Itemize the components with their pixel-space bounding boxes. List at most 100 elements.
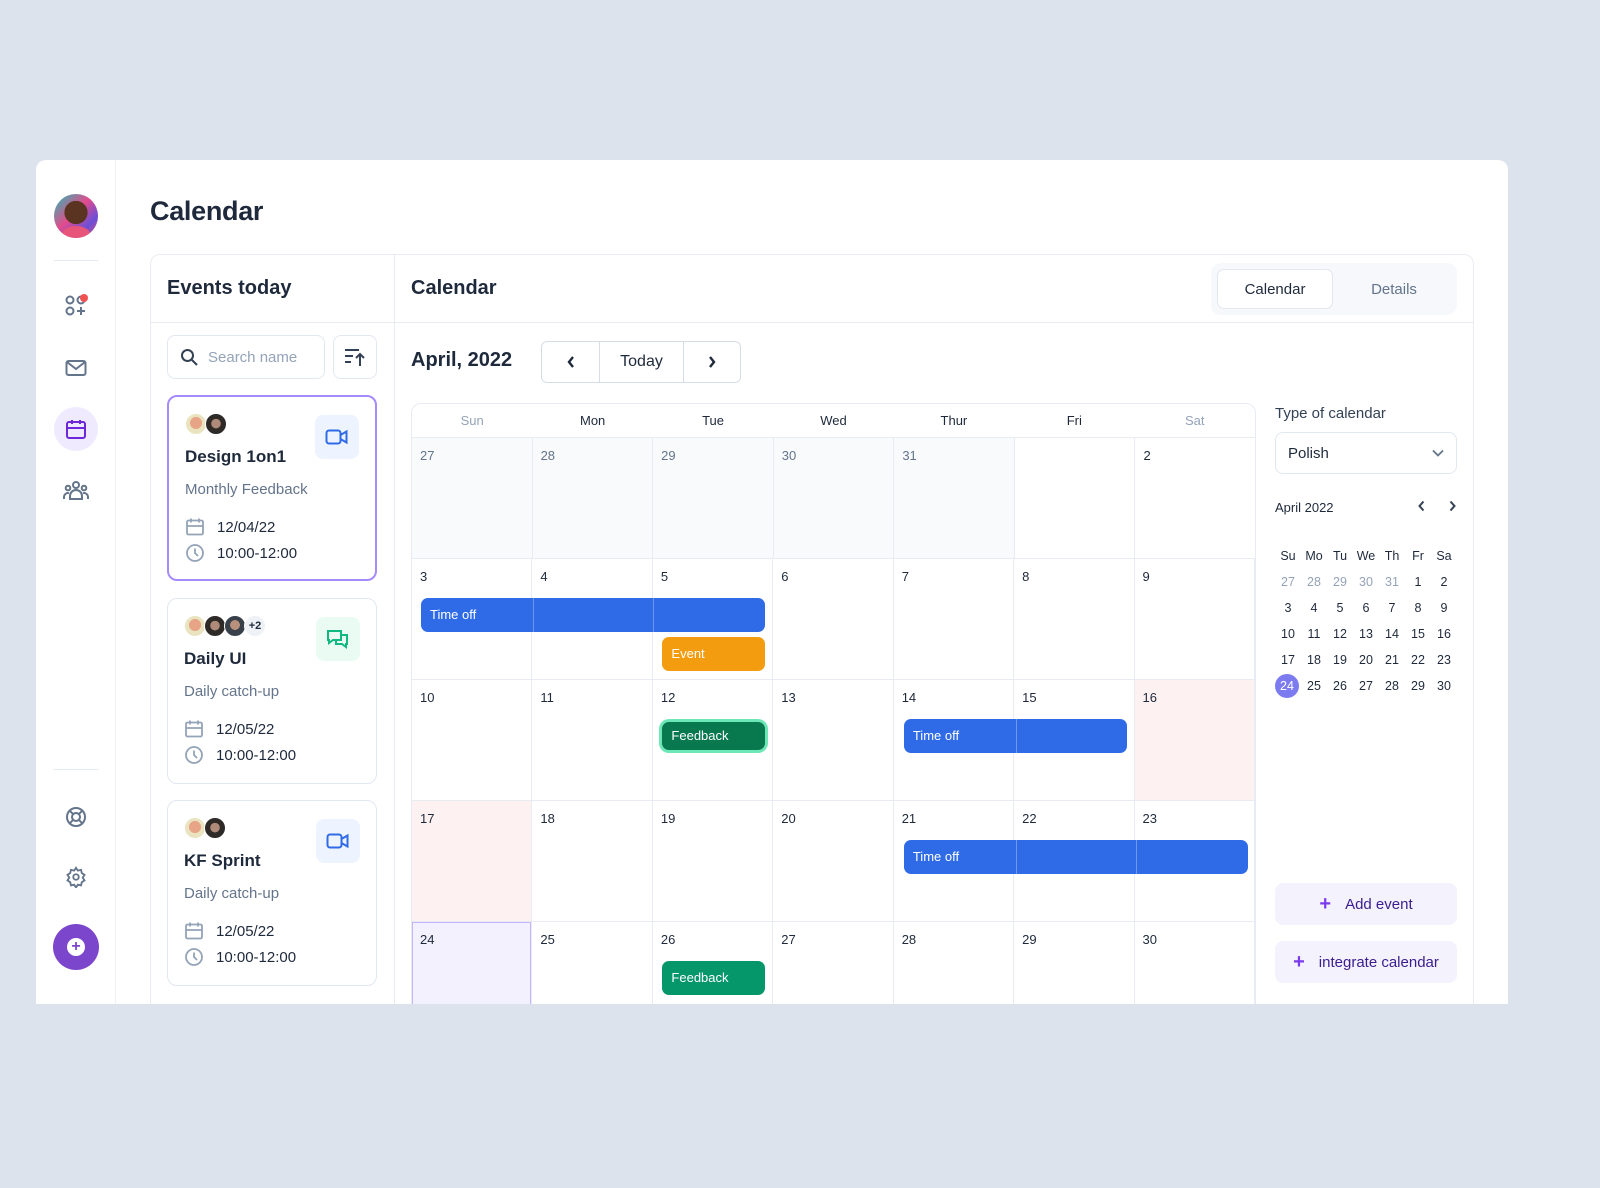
week-row: 3 4 5 6 7 8 9 Time off Event bbox=[412, 559, 1255, 680]
mini-day[interactable]: 3 bbox=[1275, 597, 1301, 619]
day-number: 21 bbox=[901, 811, 917, 826]
mini-day[interactable]: 29 bbox=[1405, 675, 1431, 697]
day-cell[interactable]: 29 bbox=[1014, 922, 1135, 1004]
day-cell[interactable]: 16 bbox=[1134, 680, 1255, 800]
tab-details[interactable]: Details bbox=[1337, 269, 1451, 309]
calendar-type-select[interactable]: Polish bbox=[1275, 432, 1457, 474]
day-cell[interactable]: 6 bbox=[773, 559, 894, 679]
user-avatar[interactable] bbox=[54, 194, 98, 238]
lifebuoy-icon bbox=[66, 807, 86, 827]
mini-day[interactable]: 15 bbox=[1405, 623, 1431, 645]
mini-day[interactable]: 29 bbox=[1327, 571, 1353, 593]
sort-button[interactable] bbox=[333, 335, 377, 379]
mini-day[interactable]: 19 bbox=[1327, 649, 1353, 671]
mini-day[interactable]: 28 bbox=[1379, 675, 1405, 697]
day-cell[interactable]: 11 bbox=[532, 680, 653, 800]
mini-day[interactable]: 13 bbox=[1353, 623, 1379, 645]
day-cell[interactable]: 10 bbox=[412, 680, 533, 800]
day-cell[interactable]: 17 bbox=[412, 801, 533, 921]
search-input[interactable] bbox=[208, 348, 318, 366]
event-card[interactable]: Design 1on1 Monthly Feedback 12/04/22 10:00… bbox=[167, 395, 377, 581]
chat-badge[interactable] bbox=[316, 617, 360, 661]
integrate-calendar-button[interactable]: + integrate calendar bbox=[1275, 941, 1457, 983]
video-call-badge[interactable] bbox=[316, 819, 360, 863]
calendar-event[interactable]: Feedback bbox=[662, 722, 766, 750]
sidebar-item-settings[interactable] bbox=[54, 855, 98, 899]
mini-day[interactable]: 4 bbox=[1301, 597, 1327, 619]
add-event-button[interactable]: + Add event bbox=[1275, 883, 1457, 925]
event-card[interactable]: KF Sprint Daily catch-up 12/05/22 10:00-12:… bbox=[167, 800, 377, 986]
day-cell[interactable]: 9 bbox=[1135, 559, 1255, 679]
day-cell[interactable]: 19 bbox=[653, 801, 774, 921]
sidebar-item-support[interactable] bbox=[54, 795, 98, 839]
day-cell[interactable]: 7 bbox=[894, 559, 1015, 679]
mini-day[interactable]: 17 bbox=[1275, 649, 1301, 671]
mini-day[interactable]: 11 bbox=[1301, 623, 1327, 645]
sidebar-item-mail[interactable] bbox=[54, 346, 98, 390]
mini-day[interactable]: 25 bbox=[1301, 675, 1327, 697]
day-number: 30 bbox=[781, 448, 797, 463]
day-cell[interactable]: 8 bbox=[1014, 559, 1135, 679]
mini-day[interactable]: 28 bbox=[1301, 571, 1327, 593]
next-month-button[interactable] bbox=[683, 342, 740, 382]
day-cell[interactable]: 20 bbox=[773, 801, 894, 921]
mini-day-selected[interactable]: 24 bbox=[1275, 674, 1299, 698]
mini-day[interactable]: 20 bbox=[1353, 649, 1379, 671]
sidebar-item-calendar[interactable] bbox=[54, 407, 98, 451]
mini-day[interactable]: 10 bbox=[1275, 623, 1301, 645]
mini-day[interactable]: 21 bbox=[1379, 649, 1405, 671]
calendar-event[interactable]: Time off bbox=[421, 598, 766, 632]
mini-day[interactable]: 31 bbox=[1379, 571, 1405, 593]
mini-day[interactable]: 30 bbox=[1431, 675, 1457, 697]
day-number: 25 bbox=[540, 932, 555, 947]
day-cell[interactable] bbox=[1015, 438, 1136, 558]
mini-prev-button[interactable] bbox=[1417, 500, 1426, 515]
calendar-event[interactable]: Feedback bbox=[662, 961, 766, 995]
mini-day[interactable]: 16 bbox=[1431, 623, 1457, 645]
day-cell[interactable]: 28 bbox=[532, 438, 654, 558]
mini-day[interactable]: 23 bbox=[1431, 649, 1457, 671]
day-cell[interactable]: 27 bbox=[773, 922, 894, 1004]
day-number: 16 bbox=[1142, 690, 1157, 705]
sidebar-item-team[interactable] bbox=[54, 468, 98, 512]
event-card[interactable]: +2 Daily UI Daily catch-up 12/05/22 10:00-12… bbox=[167, 598, 377, 784]
mini-day[interactable]: 27 bbox=[1275, 571, 1301, 593]
day-cell-today[interactable]: 24 bbox=[412, 922, 533, 1004]
day-cell[interactable]: 25 bbox=[532, 922, 653, 1004]
tab-calendar[interactable]: Calendar bbox=[1217, 269, 1333, 309]
day-cell[interactable]: 27 bbox=[412, 438, 533, 558]
mini-day[interactable]: 9 bbox=[1431, 597, 1457, 619]
video-call-badge[interactable] bbox=[315, 415, 359, 459]
mini-next-button[interactable] bbox=[1448, 500, 1457, 515]
today-button[interactable]: Today bbox=[599, 342, 683, 382]
add-fab-button[interactable]: + bbox=[53, 924, 99, 970]
mini-day[interactable]: 26 bbox=[1327, 675, 1353, 697]
day-cell[interactable]: 30 bbox=[773, 438, 895, 558]
mini-day[interactable]: 7 bbox=[1379, 597, 1405, 619]
mini-day[interactable]: 22 bbox=[1405, 649, 1431, 671]
sidebar-item-apps[interactable] bbox=[54, 284, 98, 328]
search-box[interactable] bbox=[167, 335, 325, 379]
day-cell[interactable]: 18 bbox=[532, 801, 653, 921]
mini-day[interactable]: 2 bbox=[1431, 571, 1457, 593]
day-cell[interactable]: 30 bbox=[1135, 922, 1255, 1004]
day-cell[interactable]: 31 bbox=[894, 438, 1015, 558]
mini-day[interactable]: 6 bbox=[1353, 597, 1379, 619]
calendar-event[interactable]: Time off bbox=[903, 719, 1128, 753]
mini-day[interactable]: 8 bbox=[1405, 597, 1431, 619]
day-cell[interactable]: 28 bbox=[894, 922, 1015, 1004]
mini-day[interactable]: 5 bbox=[1327, 597, 1353, 619]
day-cell[interactable]: 29 bbox=[653, 438, 774, 558]
prev-month-button[interactable] bbox=[542, 342, 599, 382]
day-cell[interactable]: 13 bbox=[773, 680, 894, 800]
calendar-event[interactable]: Event bbox=[662, 637, 766, 671]
chevron-right-icon bbox=[709, 356, 716, 368]
mini-day[interactable]: 12 bbox=[1327, 623, 1353, 645]
mini-day[interactable]: 30 bbox=[1353, 571, 1379, 593]
mini-day[interactable]: 18 bbox=[1301, 649, 1327, 671]
day-cell[interactable]: 2 bbox=[1135, 438, 1255, 558]
mini-day[interactable]: 1 bbox=[1405, 571, 1431, 593]
mini-day[interactable]: 14 bbox=[1379, 623, 1405, 645]
calendar-event[interactable]: Time off bbox=[903, 840, 1248, 874]
mini-day[interactable]: 27 bbox=[1353, 675, 1379, 697]
